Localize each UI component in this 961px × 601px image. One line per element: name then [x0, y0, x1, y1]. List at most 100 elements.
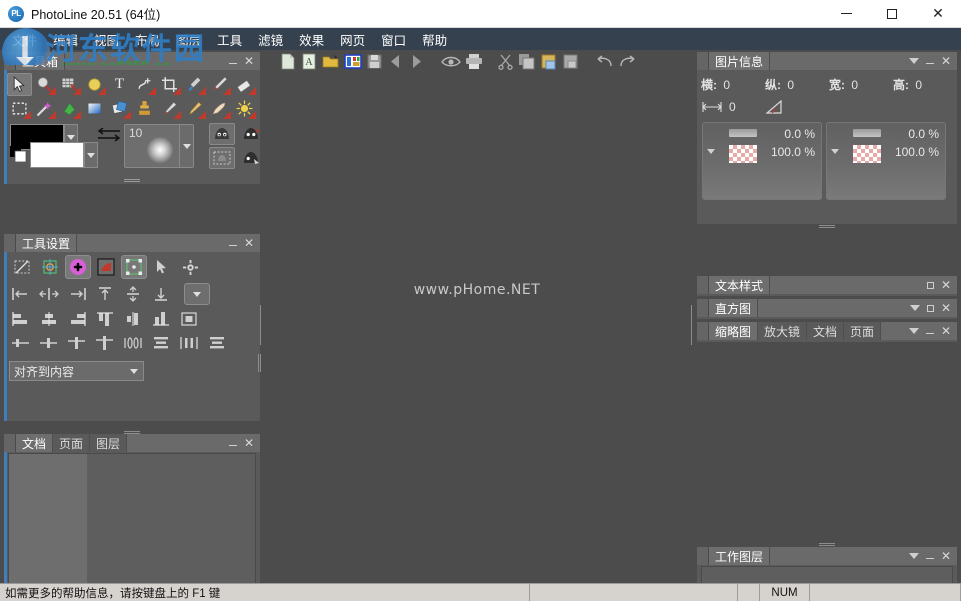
close-icon[interactable]: ✕	[244, 236, 254, 250]
menu-item-help[interactable]: 帮助	[414, 28, 455, 51]
panel-drag-grip[interactable]	[697, 52, 709, 70]
distribute-vertical-spacing-button[interactable]	[150, 333, 172, 353]
mode-layer-select-button[interactable]	[93, 255, 119, 279]
panel-drag-grip[interactable]	[697, 547, 709, 565]
maximize-button[interactable]	[869, 0, 915, 28]
print-icon[interactable]	[465, 53, 483, 73]
swatch-dropdown-icon[interactable]	[707, 149, 715, 154]
distribute-horizontal-spacing-button[interactable]	[122, 333, 144, 353]
tool-eyedropper[interactable]	[182, 73, 207, 96]
image-info-splitter[interactable]	[819, 224, 835, 229]
tool-rectangle-select[interactable]	[7, 97, 32, 120]
save-icon[interactable]	[366, 53, 383, 73]
tool-magic-wand[interactable]	[32, 97, 57, 120]
tab-tool-settings[interactable]: 工具设置	[16, 234, 78, 252]
restore-icon[interactable]	[926, 281, 934, 289]
menu-item-layout[interactable]: 布局	[127, 28, 168, 51]
background-color-swatch[interactable]	[30, 142, 84, 168]
align-middle-vertical-button[interactable]	[122, 284, 144, 304]
tool-magnifier[interactable]	[32, 73, 57, 96]
tool-clone-stamp[interactable]	[132, 97, 157, 120]
browser-icon[interactable]	[344, 53, 362, 73]
tool-smudge[interactable]	[157, 97, 182, 120]
close-icon[interactable]: ✕	[941, 54, 951, 68]
preview-eye-icon[interactable]	[441, 53, 461, 73]
tab-document[interactable]: 文档	[807, 322, 845, 340]
undo-icon[interactable]	[594, 53, 614, 73]
swap-colors-icon[interactable]	[96, 128, 122, 142]
background-color-info[interactable]: 0.0 % 100.0 %	[826, 122, 946, 200]
distribute-left-button[interactable]	[10, 333, 32, 353]
align-edge-right-button[interactable]	[66, 309, 88, 329]
menu-item-layer[interactable]: 图层	[168, 28, 209, 51]
close-icon[interactable]: ✕	[941, 301, 951, 315]
left-splitter[interactable]	[260, 305, 263, 345]
close-button[interactable]: ✕	[915, 0, 961, 28]
tab-text-style[interactable]: 文本样式	[709, 276, 771, 294]
align-left-button[interactable]	[10, 284, 32, 304]
tool-path[interactable]	[132, 73, 157, 96]
tool-sharpen[interactable]	[182, 97, 207, 120]
align-top-button[interactable]	[94, 284, 116, 304]
tool-dodge-burn[interactable]	[232, 97, 257, 120]
distribute-top-button[interactable]	[94, 333, 116, 353]
collapse-icon[interactable]	[925, 62, 934, 64]
tool-text[interactable]: T	[107, 73, 132, 96]
panel-drag-grip[interactable]	[697, 276, 709, 294]
collapse-icon[interactable]	[228, 244, 237, 246]
brush-dropdown[interactable]	[179, 125, 193, 167]
mode-no-selection-button[interactable]	[9, 255, 35, 279]
align-edge-center-both-button[interactable]	[178, 309, 200, 329]
redo-icon[interactable]	[618, 53, 638, 73]
swatch-dropdown-icon[interactable]	[831, 149, 839, 154]
align-center-horizontal-button[interactable]	[38, 284, 60, 304]
cut-scissors-icon[interactable]	[497, 53, 514, 73]
align-edge-left-button[interactable]	[10, 309, 32, 329]
toolbox-resize-grip[interactable]	[124, 178, 140, 183]
tab-page[interactable]: 页面	[53, 434, 91, 452]
paste-into-icon[interactable]	[562, 53, 580, 73]
paste-icon[interactable]	[540, 53, 558, 73]
mask-view-button[interactable]	[239, 147, 263, 169]
panel-drag-grip[interactable]	[4, 434, 16, 452]
tab-image-info[interactable]: 图片信息	[709, 52, 771, 70]
menu-item-tools[interactable]: 工具	[209, 28, 250, 51]
new-document-icon[interactable]	[280, 53, 297, 73]
document-panel-body[interactable]	[8, 453, 256, 601]
align-edge-center-button[interactable]	[38, 309, 60, 329]
distribute-equal-height-button[interactable]	[206, 333, 228, 353]
align-bottom-button[interactable]	[150, 284, 172, 304]
foreground-color-info[interactable]: 0.0 % 100.0 %	[702, 122, 822, 200]
tool-eraser[interactable]	[232, 73, 257, 96]
align-target-dropdown[interactable]: 对齐到内容	[9, 361, 144, 381]
collapse-icon[interactable]	[228, 62, 237, 64]
tool-fill-bucket[interactable]	[57, 97, 82, 120]
tab-thumbnail[interactable]: 缩略图	[709, 322, 759, 340]
brush-preview-box[interactable]: 10	[124, 124, 194, 168]
close-icon[interactable]: ✕	[941, 549, 951, 563]
tool-ellipse-shape[interactable]	[82, 73, 107, 96]
panel-drag-grip[interactable]	[697, 299, 709, 317]
distribute-center-button[interactable]	[38, 333, 60, 353]
mask-edit-button[interactable]	[239, 123, 263, 145]
tool-grid-transform[interactable]	[57, 73, 82, 96]
align-right-button[interactable]	[66, 284, 88, 304]
chevron-down-icon[interactable]	[909, 305, 920, 311]
collapse-icon[interactable]	[925, 557, 934, 559]
tab-page[interactable]: 页面	[844, 322, 882, 340]
menu-item-view[interactable]: 视图	[86, 28, 127, 51]
tab-work-layer[interactable]: 工作图层	[709, 547, 771, 565]
close-icon[interactable]: ✕	[941, 324, 951, 338]
collapse-icon[interactable]	[925, 332, 934, 334]
new-text-document-icon[interactable]: A	[301, 53, 318, 73]
chevron-down-icon[interactable]	[908, 328, 919, 334]
settings-gear-icon[interactable]	[177, 255, 203, 279]
tool-crop[interactable]	[157, 73, 182, 96]
copy-icon[interactable]	[518, 53, 536, 73]
mode-target-button[interactable]	[37, 255, 63, 279]
tool-brush[interactable]	[207, 73, 232, 96]
tool-gradient[interactable]	[82, 97, 107, 120]
chevron-down-icon[interactable]	[908, 58, 919, 64]
mode-transform-button[interactable]	[121, 255, 147, 279]
align-edge-middle-button[interactable]	[122, 309, 144, 329]
